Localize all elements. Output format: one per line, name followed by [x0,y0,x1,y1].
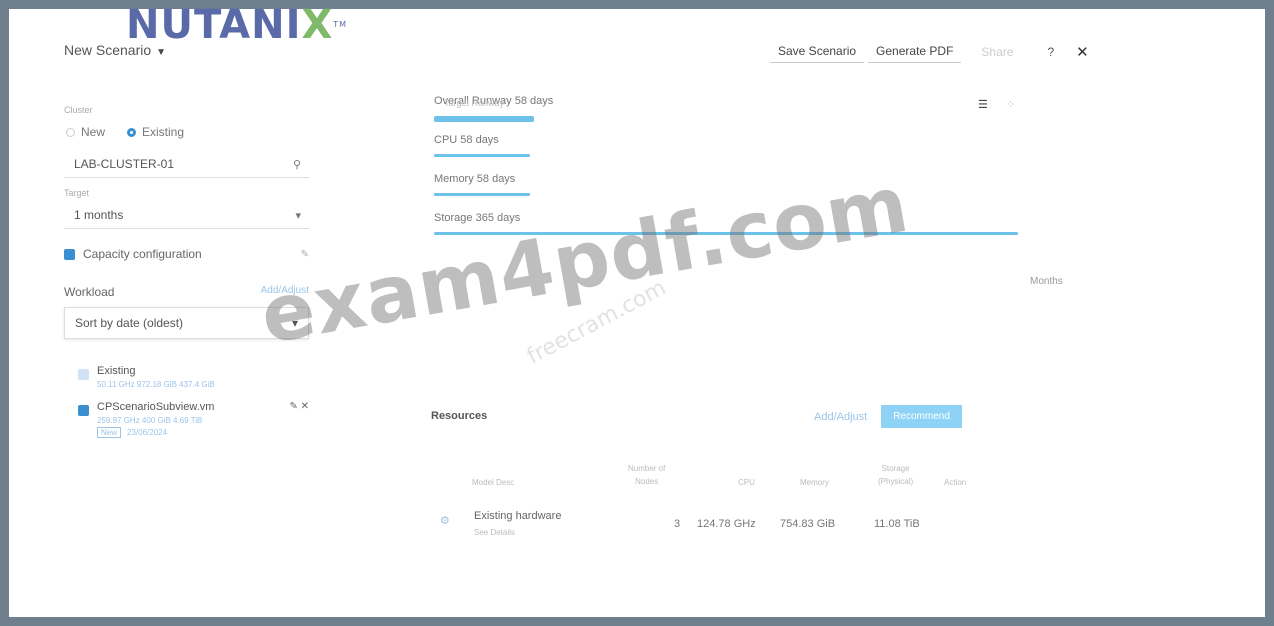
storage-runway-label: Storage 365 days [434,212,521,224]
cluster-search-input[interactable]: LAB-CLUSTER-01 ⚲ [64,151,309,178]
months-axis-label: Months [1030,276,1063,287]
scenario-title-dropdown[interactable]: New Scenario ▼ [64,42,166,58]
save-scenario-button[interactable]: Save Scenario [770,40,865,63]
workload-name: CPScenarioSubview.vm [97,401,215,413]
workload-name: Existing [97,365,136,377]
row-storage: 11.08 TiB [874,518,920,530]
col-nodes-line2: Nodes [635,477,659,486]
resources-add-adjust-link[interactable]: Add/Adjust [814,411,867,423]
chevron-down-icon: ▼ [156,47,167,58]
radio-new-label: New [81,125,106,139]
radio-existing[interactable] [127,127,137,137]
pencil-icon[interactable]: ✎ [289,401,297,412]
workload-date: 23/06/2024 [127,428,168,437]
row-nodes: 3 [674,518,681,530]
cpu-runway: CPU 58 days [434,134,1024,157]
col-nodes: Number of Nodes [628,464,665,486]
target-select[interactable]: 1 months ▾ [64,202,309,229]
target-value: 1 months [74,208,124,222]
list-view-icon[interactable]: ☰ [978,99,988,111]
col-storage-line1: Storage [881,464,910,473]
help-icon[interactable]: ? [1047,45,1054,59]
recommend-button[interactable]: Recommend [881,405,962,428]
sort-value: Sort by date (oldest) [75,316,184,330]
resources-actions: Add/Adjust Recommend [814,405,962,428]
workload-checkbox[interactable] [78,405,89,416]
col-model-desc: Model Desc [472,478,515,487]
memory-runway-label: Memory 58 days [434,173,516,185]
search-icon: ⚲ [292,158,301,171]
target-runway-label: Target Runway [444,98,505,108]
row-memory: 754.83 GiB [780,518,836,530]
cluster-value: LAB-CLUSTER-01 [74,157,175,171]
workload-label: Workload [64,285,115,299]
grid-view-icon[interactable]: ⁘ [1006,99,1015,111]
resources-title: Resources [431,410,488,422]
cluster-label: Cluster [64,105,93,115]
col-memory: Memory [800,478,829,487]
col-storage: Storage (Physical) [878,464,913,486]
status-badge: New [97,427,122,438]
scenario-title: New Scenario [64,42,152,58]
cpu-runway-label: CPU 58 days [434,134,499,146]
workload-item[interactable]: CPScenarioSubview.vm ✎ ✕ 259.97 GHz 400 … [78,401,309,438]
nutanix-logo: NUTANIXTM [126,2,348,48]
capacity-config-row[interactable]: Capacity configuration ✎ [64,247,309,261]
target-label: Target [64,188,90,198]
close-icon[interactable]: ✕ [301,401,309,412]
cpu-runway-bar [434,154,530,157]
memory-runway-bar [434,193,530,196]
col-cpu: CPU [738,478,755,487]
capacity-checkbox[interactable] [64,248,75,260]
chevron-down-icon: ▾ [295,209,301,222]
top-actions: Save Scenario Generate PDF Share ? ✕ [770,40,1089,63]
overall-runway-bar [434,116,534,122]
row-cpu: 124.78 GHz [697,518,756,530]
workload-meta: 259.97 GHz 400 GiB 4.69 TiB [97,416,203,425]
col-nodes-line1: Number of [628,464,666,473]
radio-existing-label: Existing [142,125,185,139]
col-storage-line2: (Physical) [878,477,914,486]
workload-meta: 50.11 GHz 972.18 GiB 437.4 GiB [97,380,215,389]
radio-new[interactable] [66,127,75,137]
generate-pdf-button[interactable]: Generate PDF [868,40,962,63]
hardware-icon: ⚙ [440,515,450,527]
workload-checkbox[interactable] [78,369,89,380]
row-name: Existing hardware [474,510,562,522]
close-icon[interactable]: ✕ [1076,43,1089,61]
capacity-label: Capacity configuration [83,247,202,261]
see-details-link[interactable]: See Details [474,528,515,537]
share-button[interactable]: Share [973,41,1021,63]
pencil-icon[interactable]: ✎ [301,249,309,260]
overall-runway: Overall Runway 58 days Target Runway [434,95,1024,122]
workload-item[interactable]: Existing 50.11 GHz 972.18 GiB 437.4 GiB [78,365,309,389]
cluster-radio-group: New Existing [64,125,309,139]
col-action: Action [944,478,967,487]
view-toggle: ☰ ⁘ [978,98,1033,111]
